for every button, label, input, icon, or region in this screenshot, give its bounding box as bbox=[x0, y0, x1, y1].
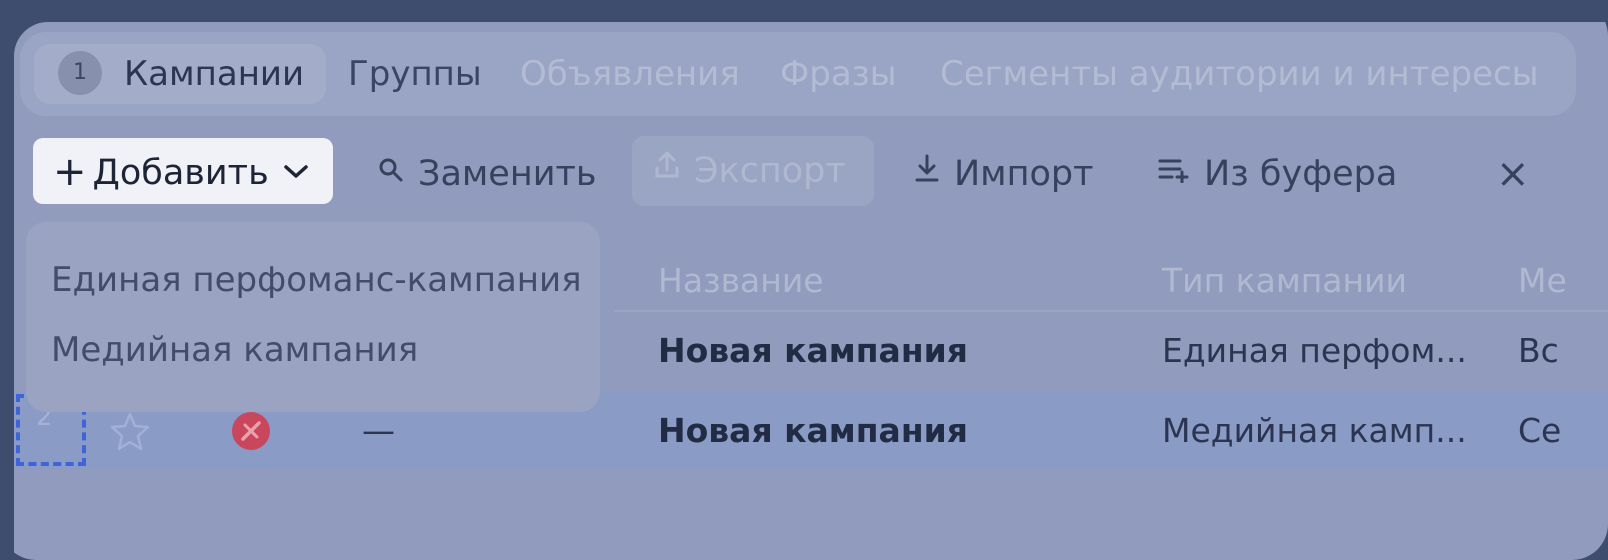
campaign-next-column: Вс bbox=[1518, 331, 1559, 370]
add-dropdown-menu: Единая перфоманс-кампания Медийная кампа… bbox=[26, 222, 600, 412]
column-header-next[interactable]: Ме bbox=[1518, 246, 1567, 316]
plus-icon: + bbox=[53, 149, 87, 195]
screen-frame: 1 Кампании Группы Объявления Фразы Сегмен… bbox=[0, 0, 1608, 560]
tab-ads-label: Объявления bbox=[520, 54, 740, 94]
close-button[interactable]: × bbox=[1496, 142, 1530, 206]
campaign-type: Единая перфом... bbox=[1162, 331, 1467, 370]
campaign-name[interactable]: Новая кампания bbox=[658, 392, 968, 470]
import-button-label: Импорт bbox=[954, 154, 1094, 194]
upload-icon bbox=[654, 134, 680, 204]
tab-ads[interactable]: Объявления bbox=[520, 32, 740, 116]
close-icon: × bbox=[1496, 151, 1530, 197]
campaign-name[interactable]: Новая кампания bbox=[658, 312, 968, 390]
tab-audience-segments-label: Сегменты аудитории и интересы bbox=[940, 54, 1539, 94]
entity-tabs: 1 Кампании Группы Объявления Фразы Сегмен… bbox=[20, 32, 1576, 116]
tab-audience-segments[interactable]: Сегменты аудитории и интересы bbox=[940, 32, 1539, 116]
tab-groups[interactable]: Группы bbox=[348, 32, 482, 116]
export-button-label: Экспорт bbox=[694, 151, 846, 191]
tab-groups-label: Группы bbox=[348, 54, 482, 94]
paste-from-buffer-label: Из буфера bbox=[1204, 154, 1398, 194]
tab-campaigns[interactable]: 1 Кампании bbox=[34, 44, 327, 104]
campaign-editor: 1 Кампании Группы Объявления Фразы Сегмен… bbox=[14, 22, 1608, 560]
add-button-label: Добавить bbox=[92, 153, 269, 193]
column-header-campaign-type[interactable]: Тип кампании bbox=[1162, 246, 1407, 316]
status-error-icon bbox=[230, 410, 272, 456]
paste-from-buffer-button[interactable]: Из буфера bbox=[1158, 142, 1397, 206]
replace-button-label: Заменить bbox=[418, 154, 597, 194]
tab-campaigns-label: Кампании bbox=[124, 54, 305, 94]
menu-item-performance-campaign[interactable]: Единая перфоманс-кампания bbox=[51, 250, 582, 310]
import-button[interactable]: Импорт bbox=[914, 142, 1094, 206]
search-icon bbox=[378, 140, 404, 204]
export-button[interactable]: Экспорт bbox=[632, 136, 874, 206]
menu-item-media-campaign[interactable]: Медийная кампания bbox=[51, 320, 418, 380]
campaign-next-column: Се bbox=[1518, 411, 1562, 450]
chevron-down-icon bbox=[283, 136, 309, 202]
column-header-name[interactable]: Название bbox=[658, 246, 824, 316]
add-button[interactable]: + Добавить bbox=[33, 138, 333, 204]
tab-phrases[interactable]: Фразы bbox=[780, 32, 897, 116]
star-icon[interactable] bbox=[108, 410, 152, 458]
replace-button[interactable]: Заменить bbox=[378, 142, 596, 206]
campaigns-count-badge: 1 bbox=[58, 50, 102, 95]
list-add-icon bbox=[1158, 140, 1190, 204]
campaign-type: Медийная камп... bbox=[1162, 411, 1467, 450]
download-icon bbox=[914, 140, 940, 204]
tab-phrases-label: Фразы bbox=[780, 54, 897, 94]
